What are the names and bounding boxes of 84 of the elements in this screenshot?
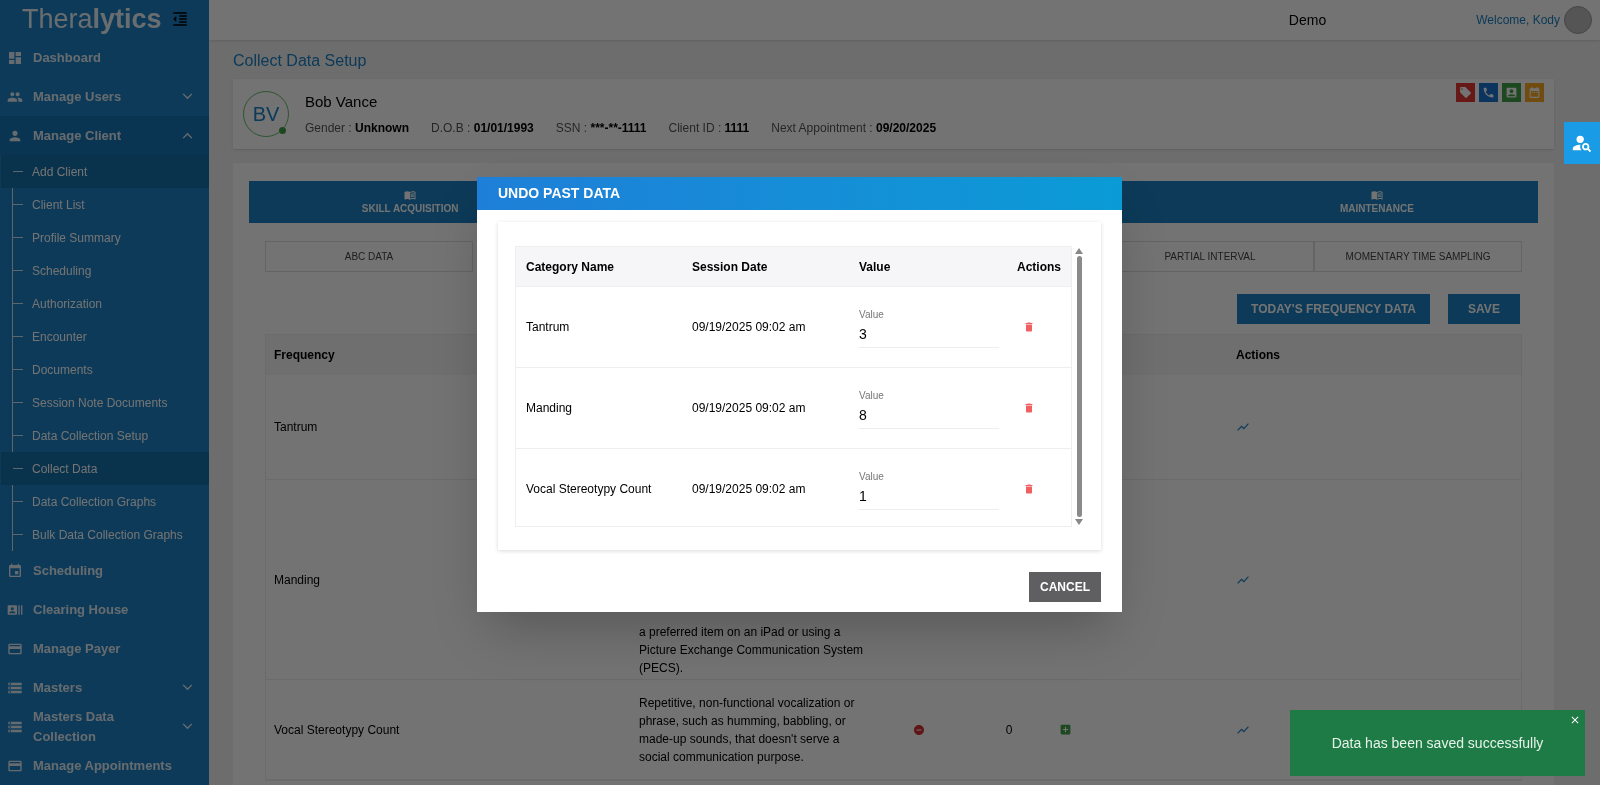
book-icon	[1370, 188, 1383, 201]
column-header: Session Date	[692, 258, 769, 276]
calendar-icon[interactable]	[1525, 83, 1544, 102]
page-title: Collect Data Setup	[233, 51, 368, 71]
chevron-down-icon	[182, 93, 193, 100]
scroll-up-icon[interactable]	[1075, 248, 1083, 254]
sub-tab[interactable]: ABC DATA	[265, 241, 473, 272]
client-field: D.O.B : 01/01/1993	[431, 119, 534, 138]
submenu-item[interactable]: Encounter	[1, 320, 209, 353]
table-cell-text: Tantrum	[273, 419, 319, 436]
menu-item-icon	[7, 562, 23, 579]
client-name: Bob Vance	[305, 91, 379, 112]
contact-icon[interactable]	[1502, 83, 1521, 102]
submenu-item[interactable]: Authorization	[1, 287, 209, 320]
avatar[interactable]	[1564, 6, 1592, 34]
chevron-down-icon	[182, 684, 193, 691]
client-field: Gender : Unknown	[305, 119, 410, 138]
save-button[interactable]: SAVE	[1448, 294, 1520, 324]
delete-icon[interactable]	[1023, 402, 1035, 414]
value-field[interactable]: Value 8	[859, 387, 999, 429]
sidebar-item[interactable]: Manage Payer	[0, 629, 209, 668]
scroll-down-icon[interactable]	[1075, 519, 1083, 525]
table-cell-text: 09/19/2025 09:02 am	[692, 319, 807, 336]
submenu-item[interactable]: Data Collection Setup	[1, 419, 209, 452]
submenu-item[interactable]: Bulk Data Collection Graphs	[1, 518, 209, 551]
submenu-item[interactable]: Session Note Documents	[1, 386, 209, 419]
column-header: Actions	[1236, 347, 1280, 364]
welcome-link[interactable]: Welcome, Kody	[1476, 11, 1560, 29]
count: 0	[1005, 722, 1013, 737]
minus-icon[interactable]	[913, 723, 925, 736]
sidebar-item[interactable]: Masters Data Collection	[0, 707, 209, 746]
sidebar-item[interactable]: Clearing House	[0, 590, 209, 629]
value-field[interactable]: Value 3	[859, 306, 999, 348]
table-cell-text: Tantrum	[526, 319, 571, 336]
column-header: Frequency	[273, 347, 336, 364]
column-header: Actions	[1017, 258, 1061, 276]
phone-icon[interactable]	[1479, 83, 1498, 102]
sidebar-item[interactable]: Manage Client	[0, 116, 209, 155]
sub-tab[interactable]: MOMENTARY TIME SAMPLING	[1314, 241, 1522, 272]
modal-title: UNDO PAST DATA	[498, 184, 621, 203]
submenu-item[interactable]: Scheduling	[1, 254, 209, 287]
description: a preferred item on an iPad or using a Picture Exchange Communication System (PECS).	[639, 624, 865, 677]
table-cell-text: Vocal Stereotypy Count	[526, 481, 653, 498]
submenu-item[interactable]: Client List	[1, 188, 209, 221]
column-header: Value	[859, 258, 892, 276]
column-header: Category Name	[526, 258, 616, 276]
client-field: Next Appointment : 09/20/2025	[771, 119, 937, 138]
table-cell-text: 09/19/2025 09:02 am	[692, 400, 807, 417]
client-field: SSN : ***-**-1111	[555, 119, 647, 138]
menu-icon[interactable]	[171, 10, 189, 28]
submenu-item[interactable]: Documents	[1, 353, 209, 386]
sidebar-item[interactable]: Manage Users	[0, 77, 209, 116]
table-cell-text: 09/19/2025 09:02 am	[692, 481, 807, 498]
frequency-data-button[interactable]: TODAY'S FREQUENCY DATA	[1237, 294, 1430, 324]
table-cell-text: Manding	[526, 400, 574, 417]
value-field[interactable]: Value 1	[859, 468, 999, 510]
client-search-button[interactable]	[1564, 122, 1600, 164]
submenu-item[interactable]: Data Collection Graphs	[1, 485, 209, 518]
app-name: Demo	[1288, 10, 1327, 30]
client-field: Client ID : 1111	[668, 119, 750, 138]
sidebar-item[interactable]: Scheduling	[0, 551, 209, 590]
toast-message: Data has been saved successfully	[1331, 733, 1544, 753]
sidebar-item[interactable]: Dashboard	[0, 38, 209, 77]
tag-icon[interactable]	[1456, 83, 1475, 102]
submenu-item[interactable]: Collect Data	[1, 452, 209, 485]
menu-item-icon	[7, 49, 23, 66]
sidebar-item[interactable]: Masters	[0, 668, 209, 707]
cancel-button[interactable]: CANCEL	[1029, 572, 1101, 602]
delete-icon[interactable]	[1023, 483, 1035, 495]
scrollbar[interactable]	[1074, 246, 1084, 527]
submenu-item[interactable]: Add Client	[1, 155, 209, 188]
table-cell-text: Manding	[273, 571, 322, 589]
submenu-item[interactable]: Profile Summary	[1, 221, 209, 254]
plus-icon[interactable]	[1059, 723, 1072, 736]
sidebar-item[interactable]: Manage Appointments	[0, 746, 209, 785]
chevron-down-icon	[182, 723, 193, 730]
main-tab[interactable]: MAINTENANCE	[1215, 181, 1538, 223]
table-cell-text: Vocal Stereotypy Count	[273, 721, 401, 739]
description: Repetitive, non-functional vocalization or phrase, such as humming, babbling, or made-up sounds, that doesn't serve a social communication purpose.	[639, 694, 856, 766]
chevron-up-icon	[182, 132, 193, 139]
book-icon	[404, 188, 417, 201]
close-icon[interactable]	[1569, 714, 1581, 726]
delete-icon[interactable]	[1023, 321, 1035, 333]
logo: Theralytics	[22, 5, 162, 33]
